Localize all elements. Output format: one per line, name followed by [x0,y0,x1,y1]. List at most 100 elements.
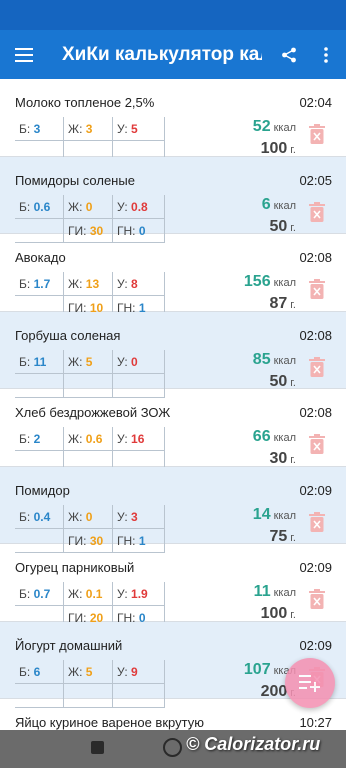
fat-cell: Ж: 0 [64,504,113,529]
add-list-icon [299,675,320,692]
food-name: Хлеб бездрожжевой ЗОЖ [15,405,171,420]
food-name: Помидор [15,482,70,498]
protein-label: Б: [19,199,31,214]
delete-icon[interactable] [309,589,325,609]
grams-value: 75 г. [269,527,296,545]
fat-cell: Ж: 0.6 [64,427,113,451]
protein-label: Б: [19,354,31,369]
delete-icon[interactable] [309,201,325,222]
delete-icon[interactable] [309,434,325,454]
carbs-label: У: [117,122,128,136]
food-name: Яйцо куриное вареное вкрутую [15,715,204,730]
entry-time: 02:09 [299,482,332,498]
protein-label: Б: [19,509,31,524]
entry-time: 02:08 [299,327,332,343]
hamburger-icon[interactable] [0,30,48,79]
fat-label: Ж: [68,354,83,369]
carbs-cell: У: 9 [113,659,165,684]
entry-time: 10:27 [299,715,332,730]
gram-unit: г. [290,376,296,389]
entry-time: 02:05 [299,172,332,188]
entry-time: 02:08 [299,405,332,420]
entry-time: 02:04 [299,95,332,110]
grams-value: 50 г. [269,372,296,390]
fat-value: 3 [85,122,93,136]
kcal-value: 52 ккал [252,118,296,135]
fat-value: 5 [85,354,93,369]
fat-value: 0.1 [85,587,103,601]
carbs-value: 1.9 [131,587,148,601]
list-item[interactable]: Помидоры соленые 02:05 Б: 0.6 Ж: 0 У: 0.8 ГИ:… [0,156,346,243]
fat-label: Ж: [68,199,83,214]
protein-value: 0.4 [33,509,51,524]
kcal-unit: ккал [273,587,296,599]
food-name: Молоко топленое 2,5% [15,95,155,110]
protein-value: 0.6 [33,199,51,214]
delete-icon[interactable] [309,356,325,377]
fat-label: Ж: [68,587,83,601]
carbs-cell: У: 0.8 [113,194,165,219]
carbs-label: У: [117,664,128,679]
kcal-unit: ккал [273,277,296,289]
protein-value: 2 [33,432,41,446]
protein-value: 1.7 [33,277,51,291]
fat-value: 5 [85,664,93,679]
list-item[interactable]: Хлеб бездрожжевой ЗОЖ 02:08 Б: 2 Ж: 0.6 У: 1… [0,389,346,475]
gram-unit: г. [290,144,296,156]
delete-icon[interactable] [309,511,325,532]
carbs-value: 0 [131,354,138,369]
protein-cell: Б: 0.7 [15,582,64,606]
kcal-unit: ккал [273,354,296,367]
protein-value: 11 [33,354,47,369]
carbs-value: 0.8 [131,199,148,214]
fat-cell: Ж: 3 [64,117,113,141]
fat-label: Ж: [68,664,83,679]
protein-cell: Б: 6 [15,659,64,684]
share-icon[interactable] [276,42,302,68]
protein-label: Б: [19,432,31,446]
list-item[interactable]: Помидор 02:09 Б: 0.4 Ж: 0 У: 3 ГИ: 30 ГН: 1 14 к… [0,466,346,553]
fat-cell: Ж: 0 [64,194,113,219]
grams-value: 100 г. [260,605,296,622]
grams-value: 87 г. [269,295,296,312]
list-item[interactable]: Горбуша соленая 02:08 Б: 11 Ж: 5 У: 0 85 ккал 5… [0,311,346,398]
entry-time: 02:09 [299,560,332,575]
carbs-value: 16 [131,432,145,446]
fat-label: Ж: [68,432,83,446]
carbs-value: 9 [131,664,138,679]
fat-cell: Ж: 5 [64,659,113,684]
list-item[interactable]: Молоко топленое 2,5% 02:04 Б: 3 Ж: 3 У: 5 52 к… [0,79,346,165]
food-name: Горбуша соленая [15,327,121,343]
app-bar: ХиКи калькулятор кал… [0,30,346,79]
protein-label: Б: [19,587,31,601]
fat-value: 0 [85,509,93,524]
carbs-cell: У: 0 [113,349,165,374]
list-item[interactable]: Яйцо куриное вареное вкрутую 10:27 [0,699,346,730]
fat-value: 13 [85,277,100,291]
food-entry-list: Молоко топленое 2,5% 02:04 Б: 3 Ж: 3 У: 5 52 к… [0,79,346,730]
carbs-label: У: [117,432,128,446]
more-vert-icon[interactable] [316,42,336,68]
carbs-label: У: [117,354,128,369]
home-button[interactable] [163,738,182,757]
fat-label: Ж: [68,277,83,291]
recents-button[interactable] [91,741,104,754]
carbs-label: У: [117,587,128,601]
list-item[interactable]: Авокадо 02:08 Б: 1.7 Ж: 13 У: 8 ГИ: 10 ГН: 1 15… [0,234,346,320]
gram-unit: г. [290,221,296,234]
carbs-cell: У: 5 [113,117,165,141]
list-item[interactable]: Огурец парниковый 02:09 Б: 0.7 Ж: 0.1 У: 1.9… [0,544,346,630]
kcal-value: 85 ккал [252,350,296,368]
carbs-value: 3 [131,509,138,524]
carbs-label: У: [117,509,128,524]
carbs-value: 8 [131,277,138,291]
grams-value: 30 г. [269,450,296,467]
kcal-unit: ккал [273,509,296,522]
status-bar [0,0,346,30]
delete-icon[interactable] [309,279,325,299]
add-entry-button[interactable] [285,658,335,708]
delete-icon[interactable] [309,124,325,144]
protein-value: 0.7 [33,587,51,601]
fat-label: Ж: [68,122,83,136]
kcal-unit: ккал [273,122,296,134]
